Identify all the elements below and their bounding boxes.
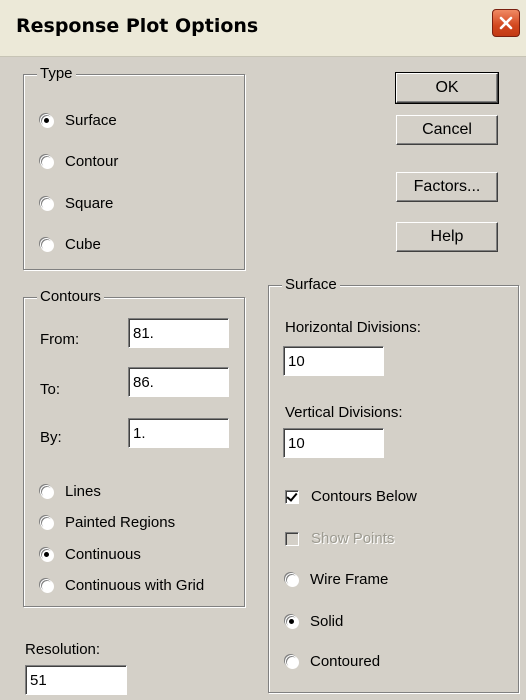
type-cube-radio[interactable]: Cube — [40, 236, 101, 253]
type-group: Type Surface Contour Square Cube — [23, 65, 245, 270]
window-title: Response Plot Options — [16, 15, 259, 37]
surface-solid-dot — [285, 615, 298, 628]
cancel-button[interactable]: Cancel — [396, 115, 498, 145]
type-square-radio[interactable]: Square — [40, 195, 113, 212]
contours-continuous-grid-radio[interactable]: Continuous with Grid — [40, 577, 204, 594]
contours-lines-dot — [40, 485, 53, 498]
contours-painted-regions-radio[interactable]: Painted Regions — [40, 514, 175, 531]
contours-to-label: To: — [40, 381, 61, 398]
surface-contoured-dot — [285, 655, 298, 668]
contours-to-field[interactable] — [128, 367, 229, 397]
contours-continuous-grid-label: Continuous with Grid — [65, 577, 205, 594]
contours-painted-regions-label: Painted Regions — [65, 514, 176, 531]
type-contour-dot — [40, 155, 53, 168]
surface-solid-label: Solid — [310, 613, 344, 630]
contours-continuous-dot — [40, 548, 53, 561]
vertical-divisions-label: Vertical Divisions: — [285, 404, 403, 421]
type-contour-label: Contour — [65, 153, 119, 170]
show-points-label: Show Points — [311, 530, 395, 547]
contours-from-label: From: — [40, 331, 80, 348]
resolution-field[interactable] — [25, 665, 127, 695]
contours-continuous-radio[interactable]: Continuous — [40, 546, 141, 563]
contours-by-field[interactable] — [128, 418, 229, 448]
vertical-divisions-field[interactable] — [283, 428, 384, 458]
contours-painted-regions-dot — [40, 516, 53, 529]
factors-button[interactable]: Factors... — [396, 172, 498, 202]
contours-continuous-grid-dot — [40, 579, 53, 592]
dialog-body: Type Surface Contour Square Cube OK Canc… — [0, 57, 526, 700]
contours-below-checkbox[interactable]: Contours Below — [285, 488, 417, 505]
surface-contoured-radio[interactable]: Contoured — [285, 653, 380, 670]
surface-solid-radio[interactable]: Solid — [285, 613, 343, 630]
horizontal-divisions-label: Horizontal Divisions: — [285, 319, 421, 336]
contours-group-legend: Contours — [37, 288, 104, 305]
horizontal-divisions-field[interactable] — [283, 346, 384, 376]
contours-by-label: By: — [40, 429, 62, 446]
contours-below-label: Contours Below — [311, 488, 417, 505]
ok-button[interactable]: OK — [395, 72, 499, 104]
surface-group: Surface Horizontal Divisions: Vertical D… — [268, 276, 519, 693]
title-bar: Response Plot Options — [0, 0, 526, 57]
close-icon — [499, 16, 513, 30]
close-button[interactable] — [492, 9, 520, 37]
help-button[interactable]: Help — [396, 222, 498, 252]
surface-contoured-label: Contoured — [310, 653, 381, 670]
type-square-dot — [40, 197, 53, 210]
surface-group-legend: Surface — [282, 276, 340, 293]
contours-continuous-label: Continuous — [65, 546, 141, 563]
show-points-box — [285, 531, 299, 546]
contours-from-field[interactable] — [128, 318, 229, 348]
contours-lines-radio[interactable]: Lines — [40, 483, 101, 500]
surface-wire-frame-dot — [285, 573, 298, 586]
type-surface-radio[interactable]: Surface — [40, 112, 117, 129]
contours-lines-label: Lines — [65, 483, 101, 500]
surface-wire-frame-radio[interactable]: Wire Frame — [285, 571, 388, 588]
type-cube-label: Cube — [65, 236, 101, 253]
surface-wire-frame-label: Wire Frame — [310, 571, 389, 588]
type-cube-dot — [40, 238, 53, 251]
type-surface-label: Surface — [65, 112, 117, 129]
type-group-legend: Type — [37, 65, 76, 82]
resolution-label: Resolution: — [25, 641, 101, 658]
show-points-checkbox[interactable]: Show Points — [285, 530, 394, 547]
type-surface-dot — [40, 114, 53, 127]
type-square-label: Square — [65, 195, 114, 212]
type-contour-radio[interactable]: Contour — [40, 153, 118, 170]
contours-group: Contours From: To: By: Lines Painted Reg… — [23, 288, 245, 607]
contours-below-box — [285, 489, 299, 504]
